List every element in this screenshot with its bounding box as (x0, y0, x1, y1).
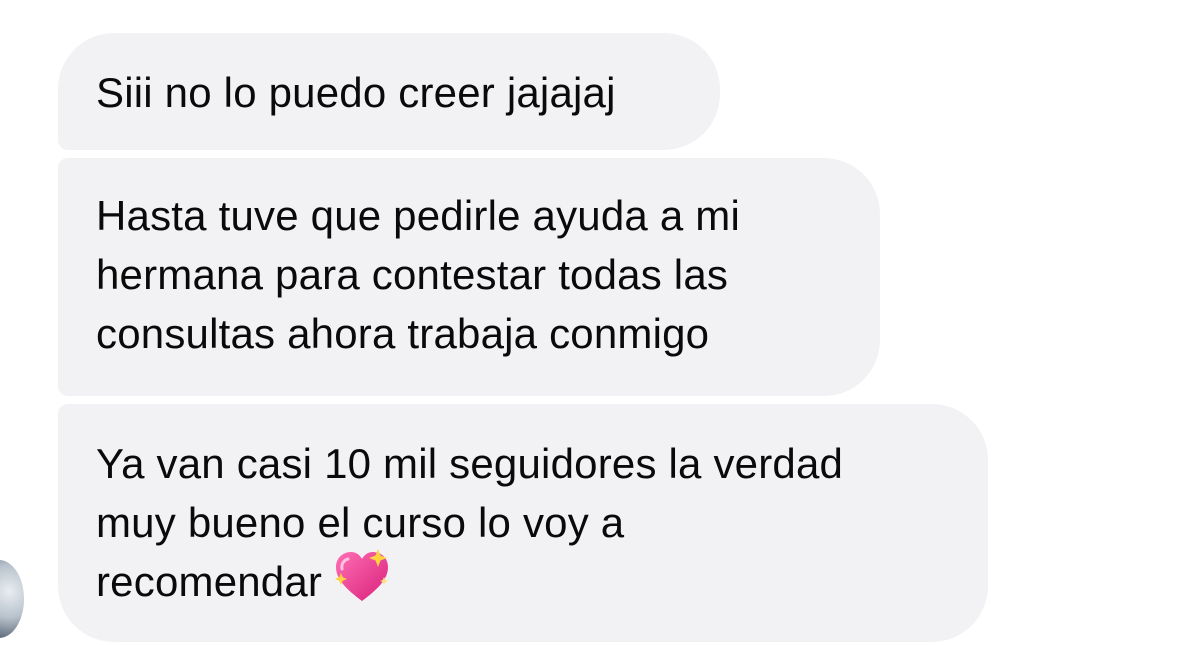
message-bubble-2[interactable]: Hasta tuve que pedirle ayuda a mi herman… (58, 158, 880, 396)
message-2-line-3: consultas ahora trabaja conmigo (96, 310, 710, 357)
message-3-line-2: muy bueno el curso lo voy a (96, 499, 625, 546)
sparkling-heart-icon (335, 548, 389, 601)
message-3-line-1: Ya van casi 10 mil seguidores la verdad (96, 440, 844, 487)
message-3-line-3-text: recomendar (96, 558, 323, 605)
message-bubble-3[interactable]: Ya van casi 10 mil seguidores la verdad … (58, 404, 988, 642)
sender-avatar[interactable] (0, 560, 24, 638)
message-2-line-2: hermana para contestar todas las (96, 251, 729, 298)
message-3-line-3: recomendar (96, 548, 950, 611)
message-1-line-1: Siii no lo puedo creer jajajaj (96, 69, 616, 116)
message-thread: Siii no lo puedo creer jajajaj Hasta tuv… (0, 0, 1180, 645)
message-bubble-1[interactable]: Siii no lo puedo creer jajajaj (58, 33, 720, 150)
message-2-line-1: Hasta tuve que pedirle ayuda a mi (96, 192, 740, 239)
